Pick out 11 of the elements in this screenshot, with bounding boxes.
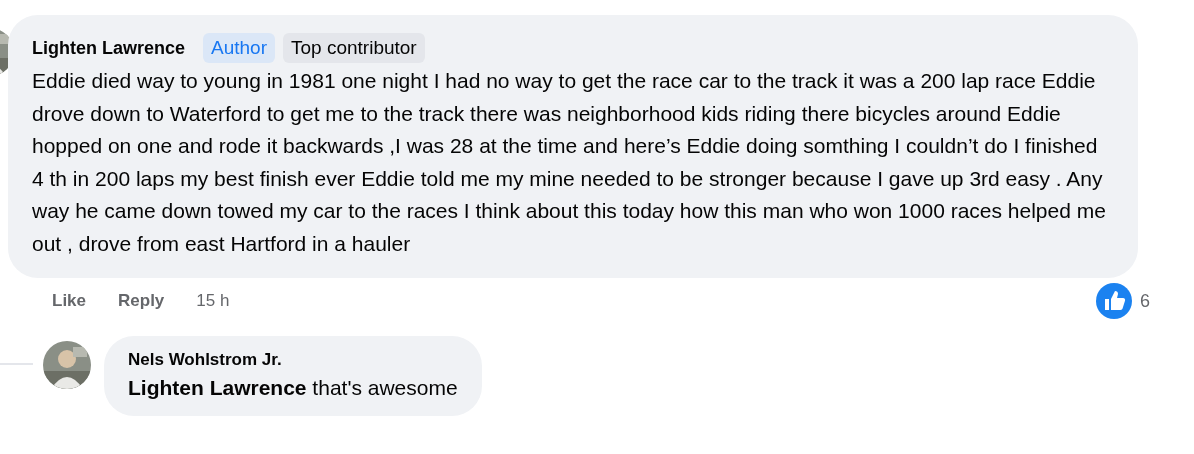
like-reaction-icon: [1096, 283, 1132, 319]
comment-text: Eddie died way to young in 1981 one night I had no way to get the race car to the track it was a 200 lap race Eddie drove down to Waterford to get me to the track there was neighborhood kids riding there bicycles around Eddie hopped on one and rode it backwards ,I was 28 at the time and here’s Eddie doing somthing I couldn’t do I finished 4 th in 200 laps my best finish ever Eddie told me my mine needed to be stronger because I gave up 3rd easy . Any way he came down towed my car to the races I think about this today how this man who won 1000 races helped me out , drove from east Hartford in a hauler: [32, 68, 1107, 257]
badge: Top contributor: [283, 33, 425, 63]
badge: Author: [203, 33, 275, 63]
reaction-count: 6: [1140, 290, 1150, 312]
author-name[interactable]: Nels Wohlstrom Jr.: [128, 350, 458, 370]
like-link[interactable]: Like: [52, 291, 87, 311]
timestamp: 15 h: [196, 291, 230, 311]
reply-text: Lighten Lawrence that's awesome: [128, 376, 458, 400]
reply-link[interactable]: Reply: [118, 291, 165, 311]
author-name[interactable]: Lighten Lawrence: [32, 37, 186, 59]
